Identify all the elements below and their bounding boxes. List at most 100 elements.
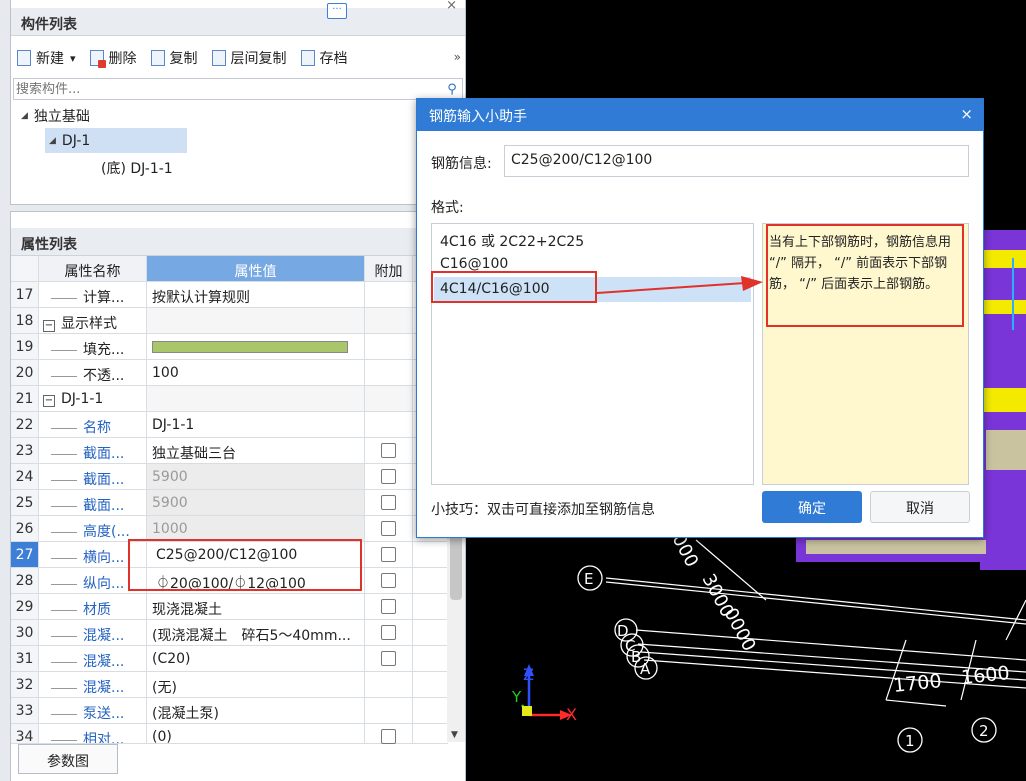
- dim-1700: 1700: [892, 670, 942, 697]
- dialog-close-icon[interactable]: ×: [960, 105, 973, 123]
- axis-y-label: Y: [511, 688, 522, 706]
- search-input[interactable]: [14, 81, 442, 97]
- annotation-arrow-icon: [596, 276, 763, 294]
- rebar-rows-highlight: [128, 539, 362, 591]
- attach-checkbox[interactable]: [381, 495, 396, 510]
- collapse-icon[interactable]: −: [43, 395, 55, 407]
- table-row[interactable]: 23 截面... 独立基础三台: [11, 438, 448, 464]
- table-row[interactable]: 19 填充...: [11, 334, 448, 360]
- slab-block: [986, 430, 1026, 470]
- table-row[interactable]: 33 泵送... (混凝土泵): [11, 698, 448, 724]
- table-row[interactable]: 32 混凝... (无): [11, 672, 448, 698]
- tip-text: 小技巧：双击可直接添加至钢筋信息: [431, 502, 655, 518]
- attach-checkbox[interactable]: [381, 547, 396, 562]
- table-row[interactable]: 18 − 显示样式: [11, 308, 448, 334]
- table-row[interactable]: 34 相对... (0): [11, 724, 448, 745]
- dialog-title: 钢筋输入小助手: [429, 109, 527, 125]
- expand-triangle-icon[interactable]: ◢: [49, 136, 56, 146]
- axis-x-label: X: [566, 705, 577, 724]
- table-header-row: 属性名称 属性值 附加: [11, 256, 448, 282]
- grid-label-1: 1: [905, 732, 915, 750]
- format-list: 4C16 或 2C22+2C25 C16@100 4C14/C16@100: [431, 223, 754, 485]
- tree-item-dj-1-1[interactable]: (底) DJ-1-1: [101, 158, 173, 178]
- cancel-button[interactable]: 取消: [870, 491, 970, 523]
- dialog-titlebar[interactable]: 钢筋输入小助手 ×: [417, 99, 983, 131]
- tree-item-label: (底) DJ-1-1: [101, 161, 173, 177]
- tree-item-isolated-foundation[interactable]: ◢ 独立基础: [21, 106, 90, 126]
- new-document-icon: [17, 50, 31, 66]
- dim-0000: 0000: [720, 604, 760, 654]
- archive-icon: [300, 50, 315, 66]
- table-row[interactable]: 24 截面... 5900: [11, 464, 448, 490]
- component-list-title: 构件列表: [21, 17, 77, 33]
- delete-label: 删除: [108, 51, 137, 67]
- rebar-info-input[interactable]: C25@200/C12@100: [504, 145, 969, 177]
- component-toolbar: 新建 ▾ 删除 复制 层间复制 存档 »: [11, 44, 465, 72]
- table-row[interactable]: 29 材质 现浇混凝土: [11, 594, 448, 620]
- new-label: 新建: [36, 51, 64, 67]
- rebar-info-label: 钢筋信息:: [431, 156, 492, 172]
- component-search: ⚲: [13, 78, 463, 100]
- property-table: 属性名称 属性值 附加 17 计算... 按默认计算规则 18 − 显示样式 19: [11, 256, 448, 769]
- selected-format-highlight: [431, 271, 597, 303]
- table-row[interactable]: 30 混凝... (现浇混凝土 碎石5～40mm...: [11, 620, 448, 646]
- grid-label-e: E: [584, 570, 593, 588]
- fill-color-swatch[interactable]: [152, 341, 348, 353]
- table-row[interactable]: 21 − DJ-1-1: [11, 386, 448, 412]
- search-icon[interactable]: ⚲: [442, 82, 462, 97]
- toolbar-more-icon[interactable]: »: [454, 50, 461, 64]
- panel-close-icon[interactable]: ×: [446, 0, 457, 13]
- delete-icon: [89, 50, 106, 68]
- component-list-header: 构件列表: [11, 8, 465, 36]
- new-button[interactable]: 新建 ▾: [17, 48, 76, 68]
- rebar-input-assistant-dialog: 钢筋输入小助手 × 钢筋信息: C25@200/C12@100 格式: 4C16…: [416, 98, 984, 538]
- property-list-title: 属性列表: [21, 237, 77, 253]
- property-list-header: 属性列表: [11, 228, 465, 256]
- floor-copy-label: 层间复制: [230, 51, 287, 67]
- archive-button[interactable]: 存档: [300, 48, 348, 68]
- left-panel: 构件列表 × 新建 ▾ 删除 复制 层间复制 存档 » 搜索构件... ⚲ ◢ …: [0, 0, 466, 781]
- floor-copy-button[interactable]: 层间复制: [211, 48, 287, 68]
- attach-checkbox[interactable]: [381, 469, 396, 484]
- parameter-diagram-button[interactable]: 参数图: [18, 744, 118, 774]
- tree-item-dj-1[interactable]: ◢ DJ-1: [45, 128, 187, 153]
- copy-label: 复制: [169, 51, 198, 67]
- table-row[interactable]: 20 不透... 100: [11, 360, 448, 386]
- attach-checkbox[interactable]: [381, 573, 396, 588]
- attach-checkbox[interactable]: [381, 651, 396, 666]
- scroll-down-icon[interactable]: ▼: [451, 730, 458, 740]
- attach-checkbox[interactable]: [381, 729, 396, 744]
- attach-checkbox[interactable]: [381, 625, 396, 640]
- new-dropdown-icon[interactable]: ▾: [70, 52, 76, 65]
- beam-yellow: [980, 300, 1026, 314]
- table-row[interactable]: 31 混凝... (C20): [11, 646, 448, 672]
- delete-button[interactable]: 删除: [89, 48, 137, 68]
- grid-label-a: A: [640, 660, 651, 678]
- column-header-value: 属性值: [147, 256, 365, 281]
- archive-label: 存档: [319, 51, 348, 67]
- axis-z-label: Z: [523, 665, 534, 684]
- table-row[interactable]: 17 计算... 按默认计算规则: [11, 282, 448, 308]
- expand-triangle-icon[interactable]: ◢: [21, 111, 28, 121]
- copy-button[interactable]: 复制: [150, 48, 198, 68]
- hint-highlight: [766, 224, 964, 327]
- table-row[interactable]: 25 截面... 5900: [11, 490, 448, 516]
- collapse-icon[interactable]: −: [43, 320, 55, 332]
- dim-1600: 1600: [960, 662, 1010, 689]
- column-header-add: 附加: [365, 256, 413, 281]
- attach-checkbox[interactable]: [381, 599, 396, 614]
- tree-item-label: 独立基础: [33, 109, 90, 125]
- copy-icon: [150, 50, 165, 66]
- attach-checkbox[interactable]: [381, 443, 396, 458]
- property-list-panel: 属性列表 属性名称 属性值 附加 17 计算... 按默认计算规则 18 − 显示…: [10, 211, 466, 781]
- column-header-name: 属性名称: [39, 256, 147, 281]
- rebar-ellipsis-button[interactable]: ···: [327, 3, 347, 19]
- beam-yellow: [980, 250, 1026, 268]
- beam-yellow: [980, 388, 1026, 412]
- tree-item-label: DJ-1: [61, 132, 91, 149]
- grid-label-2: 2: [979, 722, 989, 740]
- format-item[interactable]: 4C16 或 2C22+2C25: [434, 227, 751, 252]
- attach-checkbox[interactable]: [381, 521, 396, 536]
- confirm-button[interactable]: 确定: [762, 491, 862, 523]
- table-row[interactable]: 22 名称 DJ-1-1: [11, 412, 448, 438]
